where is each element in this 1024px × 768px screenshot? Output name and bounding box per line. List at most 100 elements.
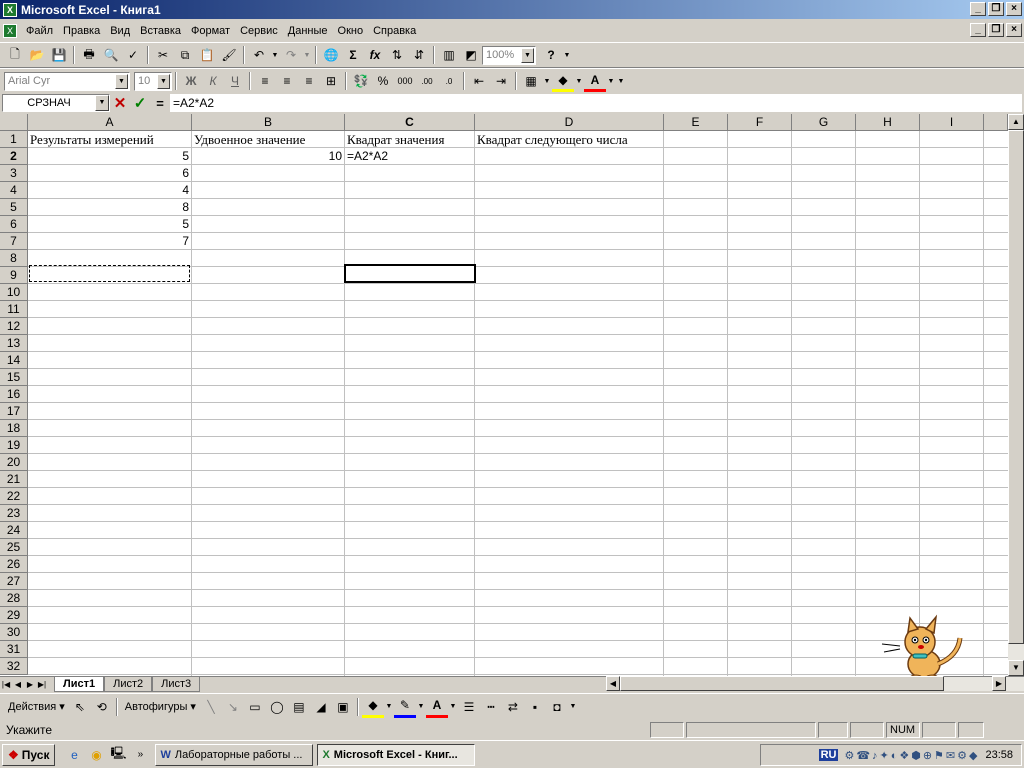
line-style-icon[interactable]: ☰ — [458, 696, 480, 718]
chevron-down-icon[interactable]: ▼ — [157, 73, 170, 89]
column-header-h[interactable]: H — [856, 114, 920, 131]
menu-data[interactable]: Данные — [283, 25, 333, 37]
toolbar-options-icon[interactable]: ▼ — [616, 70, 626, 92]
column-header-e[interactable]: E — [664, 114, 728, 131]
thousands-icon[interactable]: 000 — [394, 70, 416, 92]
increase-decimal-icon[interactable]: .00 — [416, 70, 438, 92]
sort-descending-icon[interactable]: ⇵ — [408, 44, 430, 66]
cell-c2[interactable]: =A2*A2 — [347, 148, 388, 165]
task-word[interactable]: W Лабораторные работы ... — [155, 743, 314, 766]
scroll-down-icon[interactable]: ▼ — [1008, 660, 1024, 676]
column-header-f[interactable]: F — [728, 114, 792, 131]
align-right-icon[interactable]: ≡ — [298, 70, 320, 92]
font-select[interactable]: Arial Cyr ▼ — [4, 71, 130, 91]
dash-style-icon[interactable]: ┅ — [480, 696, 502, 718]
bold-button[interactable]: Ж — [180, 70, 202, 92]
italic-button[interactable]: К — [202, 70, 224, 92]
row-header-24[interactable]: 24 — [0, 522, 28, 539]
font-color-icon[interactable]: A — [425, 696, 448, 718]
row-header-13[interactable]: 13 — [0, 335, 28, 352]
last-sheet-icon[interactable]: ▶| — [36, 678, 48, 692]
sheet-tab-1[interactable]: Лист1 — [54, 677, 105, 692]
arrow-icon[interactable]: ↘ — [222, 696, 244, 718]
workbook-icon[interactable]: X — [3, 23, 17, 38]
wordart-icon[interactable]: ◢ — [310, 696, 332, 718]
select-objects-icon[interactable]: ⇖ — [69, 696, 91, 718]
underline-button[interactable]: Ч — [224, 70, 246, 92]
row-header-1[interactable]: 1 — [0, 131, 28, 148]
row-header-16[interactable]: 16 — [0, 386, 28, 403]
scroll-thumb[interactable] — [1008, 130, 1024, 644]
row-header-25[interactable]: 25 — [0, 539, 28, 556]
toolbar-options-icon[interactable]: ▼ — [568, 696, 578, 718]
paste-icon[interactable]: 📋 — [196, 44, 218, 66]
cell-b2[interactable]: 10 — [192, 148, 345, 165]
line-icon[interactable]: ╲ — [200, 696, 222, 718]
font-color-icon[interactable]: A — [584, 70, 606, 92]
minimize-button[interactable]: _ — [970, 2, 986, 16]
name-box[interactable]: СРЗНАЧ ▼ — [2, 94, 110, 112]
undo-dropdown-icon[interactable]: ▼ — [270, 44, 280, 66]
quicklaunch-more-icon[interactable]: » — [129, 744, 151, 766]
row-header-7[interactable]: 7 — [0, 233, 28, 250]
equals-icon[interactable]: = — [150, 96, 170, 111]
row-header-21[interactable]: 21 — [0, 471, 28, 488]
first-sheet-icon[interactable]: |◀ — [0, 678, 12, 692]
currency-icon[interactable]: 💱 — [350, 70, 372, 92]
row-header-12[interactable]: 12 — [0, 318, 28, 335]
drawing-icon[interactable]: ◩ — [460, 44, 482, 66]
rotate-icon[interactable]: ⟲ — [91, 696, 113, 718]
menu-insert[interactable]: Вставка — [135, 25, 186, 37]
sheet-tab-3[interactable]: Лист3 — [152, 677, 201, 692]
row-header-4[interactable]: 4 — [0, 182, 28, 199]
ie-icon[interactable]: e — [63, 744, 85, 766]
arrow-style-icon[interactable]: ⇄ — [502, 696, 524, 718]
row-header-5[interactable]: 5 — [0, 199, 28, 216]
row-header-8[interactable]: 8 — [0, 250, 28, 267]
toolbar-options-icon[interactable]: ▼ — [562, 44, 572, 66]
autoshapes-menu[interactable]: Автофигуры ▾ — [121, 700, 200, 713]
align-left-icon[interactable]: ≡ — [254, 70, 276, 92]
line-color-icon[interactable]: ✎ — [393, 696, 416, 718]
scroll-up-icon[interactable]: ▲ — [1008, 114, 1024, 130]
align-center-icon[interactable]: ≡ — [276, 70, 298, 92]
hyperlink-icon[interactable]: 🌐 — [320, 44, 342, 66]
language-indicator[interactable]: RU — [818, 749, 839, 761]
cell-d1[interactable]: Квадрат следующего числа — [475, 131, 628, 148]
borders-dropdown-icon[interactable]: ▼ — [542, 70, 552, 92]
column-header-g[interactable]: G — [792, 114, 856, 131]
excel-icon[interactable]: X — [3, 2, 17, 17]
enter-icon[interactable]: ✓ — [130, 94, 150, 112]
row-header-29[interactable]: 29 — [0, 607, 28, 624]
column-header-a[interactable]: A — [28, 114, 192, 131]
row-header-26[interactable]: 26 — [0, 556, 28, 573]
row-header-22[interactable]: 22 — [0, 488, 28, 505]
horizontal-scrollbar[interactable]: ◀ ▶ — [606, 676, 1024, 691]
menu-format[interactable]: Формат — [186, 25, 235, 37]
cell-a3[interactable]: 6 — [28, 165, 192, 182]
row-header-30[interactable]: 30 — [0, 624, 28, 641]
fill-color-dropdown-icon[interactable]: ▼ — [384, 696, 394, 718]
cancel-icon[interactable]: ✕ — [110, 94, 130, 112]
zoom-select[interactable]: 100% ▼ — [482, 45, 536, 65]
print-preview-icon[interactable]: 🔍 — [100, 44, 122, 66]
merge-center-icon[interactable]: ⊞ — [320, 70, 342, 92]
print-icon[interactable]: 🖶 — [78, 44, 100, 66]
workbook-minimize-button[interactable]: _ — [970, 23, 986, 37]
row-header-18[interactable]: 18 — [0, 420, 28, 437]
fill-color-icon[interactable]: ◆ — [361, 696, 384, 718]
cell-a1[interactable]: Результаты измерений — [28, 131, 154, 148]
restore-button[interactable]: ❐ — [988, 2, 1004, 16]
new-icon[interactable]: 🗋 — [4, 44, 26, 66]
font-color-dropdown-icon[interactable]: ▼ — [606, 70, 616, 92]
row-header-15[interactable]: 15 — [0, 369, 28, 386]
vertical-scrollbar[interactable]: ▲ ▼ — [1008, 114, 1024, 676]
quicklaunch-icon[interactable]: 🖳 — [107, 744, 129, 766]
row-header-10[interactable]: 10 — [0, 284, 28, 301]
chart-wizard-icon[interactable]: ▥ — [438, 44, 460, 66]
oval-icon[interactable]: ◯ — [266, 696, 288, 718]
cut-icon[interactable]: ✂ — [152, 44, 174, 66]
active-cell[interactable] — [344, 264, 476, 283]
next-sheet-icon[interactable]: ▶ — [24, 678, 36, 692]
3d-icon[interactable]: ◘ — [546, 696, 568, 718]
